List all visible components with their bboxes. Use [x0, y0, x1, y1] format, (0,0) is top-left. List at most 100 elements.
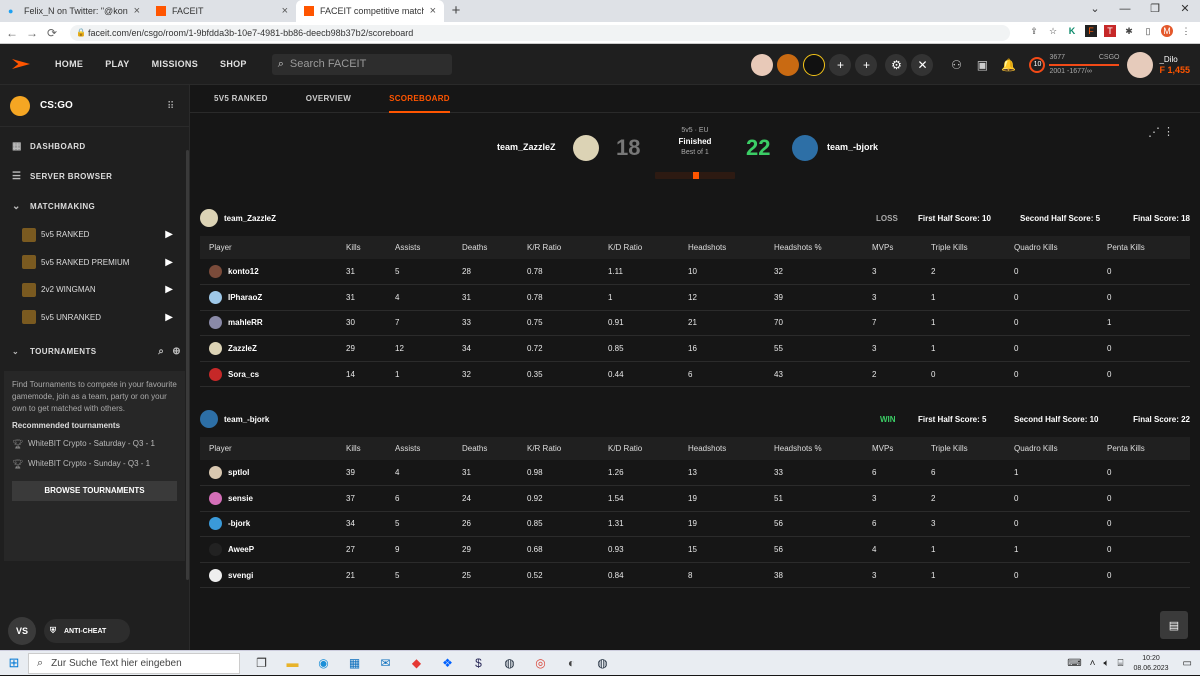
player-cell[interactable]: mahleRR	[200, 310, 346, 337]
team1-name[interactable]: team_ZazzleZ	[497, 142, 556, 152]
nav-shop[interactable]: SHOP	[220, 59, 247, 69]
tournament-item[interactable]: 🏆︎ WhiteBIT Crypto - Sunday - Q3 - 1	[12, 458, 177, 470]
side-panel-icon[interactable]: ▯	[1142, 25, 1154, 37]
minimize-icon[interactable]: —	[1110, 0, 1140, 18]
browser-tab-faceit[interactable]: FACEIT ×	[148, 0, 296, 22]
sidebar-item-matchmaking[interactable]: ⌄ MATCHMAKING	[0, 191, 189, 221]
player-name[interactable]: svengi	[228, 571, 253, 580]
player-avatar[interactable]	[209, 342, 222, 356]
player-avatar[interactable]	[209, 517, 222, 531]
team-name[interactable]: team_ZazzleZ	[224, 214, 276, 223]
sidebar-item-dashboard[interactable]: ▦ DASHBOARD	[0, 131, 189, 161]
party-avatar-2[interactable]	[777, 53, 800, 76]
file-explorer-icon[interactable]: ▬	[277, 656, 308, 670]
bookmark-star-icon[interactable]: ☆	[1047, 25, 1059, 37]
more-options-icon[interactable]: ⋮	[1163, 125, 1174, 138]
player-avatar[interactable]	[209, 491, 222, 505]
play-icon[interactable]: ▶	[165, 284, 173, 295]
anticheat-button[interactable]: ⛨ ANTI-CHEAT	[44, 619, 130, 643]
forward-icon[interactable]: →	[24, 26, 40, 40]
edge-icon[interactable]: ◉	[308, 656, 339, 670]
party-avatar-1[interactable]	[751, 53, 774, 76]
new-tab-button[interactable]: +	[444, 0, 468, 22]
add-party-member-icon[interactable]: +	[829, 53, 852, 76]
player-name[interactable]: IPharaoZ	[228, 293, 262, 302]
player-link[interactable]: sptlol	[209, 466, 346, 480]
chat-icon[interactable]: ▤	[1160, 611, 1188, 639]
task-view-icon[interactable]: ❐	[246, 656, 277, 670]
taskbar-clock[interactable]: 10:20 08.06.2023	[1134, 654, 1169, 674]
player-link[interactable]: mahleRR	[209, 316, 346, 330]
queue-5v5-ranked-premium[interactable]: 5v5 RANKED PREMIUM ▶	[0, 249, 189, 277]
player-cell[interactable]: ZazzleZ	[200, 335, 346, 362]
dropbox-icon[interactable]: ❖	[432, 656, 463, 670]
sidebar-item-tournaments[interactable]: ⌄ TOURNAMENTS ⌕ ⊕	[0, 336, 189, 366]
player-avatar[interactable]	[209, 543, 222, 557]
player-name[interactable]: -bjork	[228, 519, 250, 528]
queue-5v5-unranked[interactable]: 5v5 UNRANKED ▶	[0, 304, 189, 332]
elo-widget[interactable]: 3677 CSGO 2001 -1677/∞	[1049, 53, 1120, 77]
mail-icon[interactable]: ✉	[370, 656, 401, 670]
close-tab-icon[interactable]: ×	[430, 5, 436, 17]
player-cell[interactable]: sptlol	[200, 460, 346, 487]
close-tab-icon[interactable]: ×	[134, 5, 140, 17]
player-cell[interactable]: IPharaoZ	[200, 284, 346, 311]
queue-5v5-ranked[interactable]: 5v5 RANKED ▶	[0, 221, 189, 249]
player-cell[interactable]: AweeP	[200, 536, 346, 563]
player-name[interactable]: sptlol	[228, 468, 249, 477]
settings-gear-icon[interactable]: ⚙	[885, 53, 908, 76]
sidebar-scrollbar[interactable]	[186, 150, 189, 580]
nav-home[interactable]: HOME	[55, 59, 83, 69]
player-cell[interactable]: Sora_cs	[200, 361, 346, 388]
player-link[interactable]: ZazzleZ	[209, 342, 346, 356]
player-avatar[interactable]	[209, 466, 222, 480]
tab-search-icon[interactable]: ⌄	[1080, 0, 1110, 18]
player-link[interactable]: -bjork	[209, 517, 346, 531]
network-icon[interactable]: ⌸	[1118, 658, 1124, 669]
app-circle-icon[interactable]: ◐	[556, 656, 587, 670]
volume-icon[interactable]: 🔈︎	[1104, 658, 1110, 669]
add-party-member-icon-2[interactable]: +	[855, 53, 878, 76]
taskbar-search-input[interactable]: ⌕ Zur Suche Text hier eingeben	[28, 652, 240, 674]
nav-missions[interactable]: MISSIONS	[152, 59, 198, 69]
browse-tournaments-button[interactable]: BROWSE TOURNAMENTS	[12, 481, 177, 501]
team1-avatar[interactable]	[573, 135, 599, 161]
user-avatar[interactable]	[1127, 51, 1154, 78]
queue-2v2-wingman[interactable]: 2v2 WINGMAN ▶	[0, 276, 189, 304]
party-avatar-3[interactable]	[803, 53, 826, 76]
url-field[interactable]: 🔒 faceit.com/en/csgo/room/1-9bfdda3b-10e…	[70, 25, 1010, 41]
close-tab-icon[interactable]: ×	[282, 5, 288, 17]
add-tournament-icon[interactable]: ⊕	[172, 346, 181, 357]
player-avatar[interactable]	[209, 265, 222, 279]
reload-icon[interactable]: ⟳	[44, 26, 60, 40]
extension-red-icon[interactable]: T	[1104, 25, 1116, 37]
back-icon[interactable]: ←	[4, 26, 20, 40]
steam-icon-2[interactable]: ◍	[587, 656, 618, 670]
app-red-icon[interactable]: ◆	[401, 656, 432, 670]
player-link[interactable]: konto12	[209, 265, 346, 279]
calendar-icon[interactable]: ▣	[969, 58, 995, 72]
player-name[interactable]: sensie	[228, 494, 253, 503]
team2-name[interactable]: team_-bjork	[827, 142, 878, 152]
vs-button[interactable]: VS	[8, 617, 36, 645]
store-icon[interactable]: ▦	[339, 656, 370, 670]
browser-tab-twitter[interactable]: ● Felix_N on Twitter: "@konto_12 … ×	[0, 0, 148, 22]
play-icon[interactable]: ▶	[165, 257, 173, 268]
faceit-logo-icon[interactable]	[12, 59, 30, 69]
extensions-puzzle-icon[interactable]: ✱	[1123, 25, 1135, 37]
chevron-up-icon[interactable]: ˄	[1090, 658, 1096, 669]
grid-menu-icon[interactable]: ⠿	[167, 101, 177, 112]
notification-center-icon[interactable]: ▭	[1183, 658, 1192, 669]
player-name[interactable]: Sora_cs	[228, 370, 259, 379]
player-link[interactable]: Sora_cs	[209, 367, 346, 381]
player-link[interactable]: svengi	[209, 568, 346, 582]
search-tournaments-icon[interactable]: ⌕	[158, 346, 164, 357]
keyboard-icon[interactable]: ⌨	[1067, 658, 1081, 669]
extension-faceit-icon[interactable]: F	[1085, 25, 1097, 37]
leave-party-icon[interactable]: ✕	[911, 53, 934, 76]
lock-icon[interactable]: 🔒	[76, 25, 86, 41]
share-page-icon[interactable]: ⇪	[1028, 25, 1040, 37]
browser-menu-icon[interactable]: ⋮	[1180, 25, 1192, 37]
tournament-item[interactable]: 🏆︎ WhiteBIT Crypto - Saturday - Q3 - 1	[12, 438, 177, 450]
player-cell[interactable]: sensie	[200, 485, 346, 512]
